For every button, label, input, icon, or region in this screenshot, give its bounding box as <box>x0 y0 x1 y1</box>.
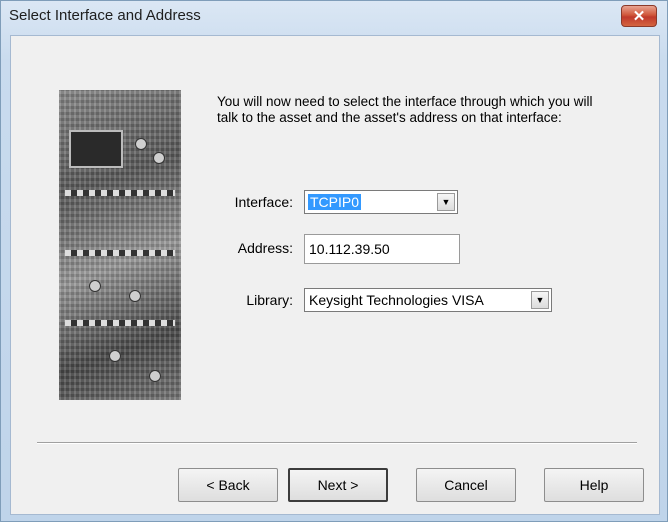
library-label: Library: <box>246 292 293 308</box>
chevron-down-icon[interactable]: ▼ <box>531 291 549 309</box>
chevron-down-icon[interactable]: ▼ <box>437 193 455 211</box>
instruction-text: You will now need to select the interfac… <box>217 94 593 125</box>
library-dropdown[interactable]: Keysight Technologies VISA ▼ <box>304 288 552 312</box>
close-icon: ✕ <box>632 8 646 25</box>
illustration-detail <box>129 290 141 302</box>
illustration-detail <box>65 190 175 196</box>
address-label: Address: <box>237 240 293 256</box>
illustration-detail <box>153 152 165 164</box>
illustration-detail <box>109 350 121 362</box>
button-separator <box>37 442 637 444</box>
illustration-detail <box>135 138 147 150</box>
dialog-client-area: You will now need to select the interfac… <box>10 35 660 515</box>
dialog-window: Select Interface and Address ✕ You will … <box>0 0 668 522</box>
illustration-screen <box>69 130 123 168</box>
address-input[interactable]: 10.112.39.50 <box>304 234 460 264</box>
illustration-detail <box>65 320 175 326</box>
help-button[interactable]: Help <box>544 468 644 502</box>
title-bar[interactable]: Select Interface and Address ✕ <box>1 1 667 33</box>
instrument-rack-image <box>59 90 181 400</box>
close-button[interactable]: ✕ <box>621 5 657 27</box>
interface-dropdown[interactable]: TCPIP0 ▼ <box>304 190 458 214</box>
back-button[interactable]: < Back <box>178 468 278 502</box>
cancel-button[interactable]: Cancel <box>416 468 516 502</box>
next-button[interactable]: Next > <box>288 468 388 502</box>
library-value: Keysight Technologies VISA <box>309 292 484 308</box>
illustration-detail <box>89 280 101 292</box>
illustration-detail <box>149 370 161 382</box>
interface-label: Interface: <box>234 194 293 210</box>
address-value: 10.112.39.50 <box>309 241 390 257</box>
window-title: Select Interface and Address <box>9 7 201 24</box>
illustration-detail <box>65 250 175 256</box>
interface-value: TCPIP0 <box>308 194 362 210</box>
